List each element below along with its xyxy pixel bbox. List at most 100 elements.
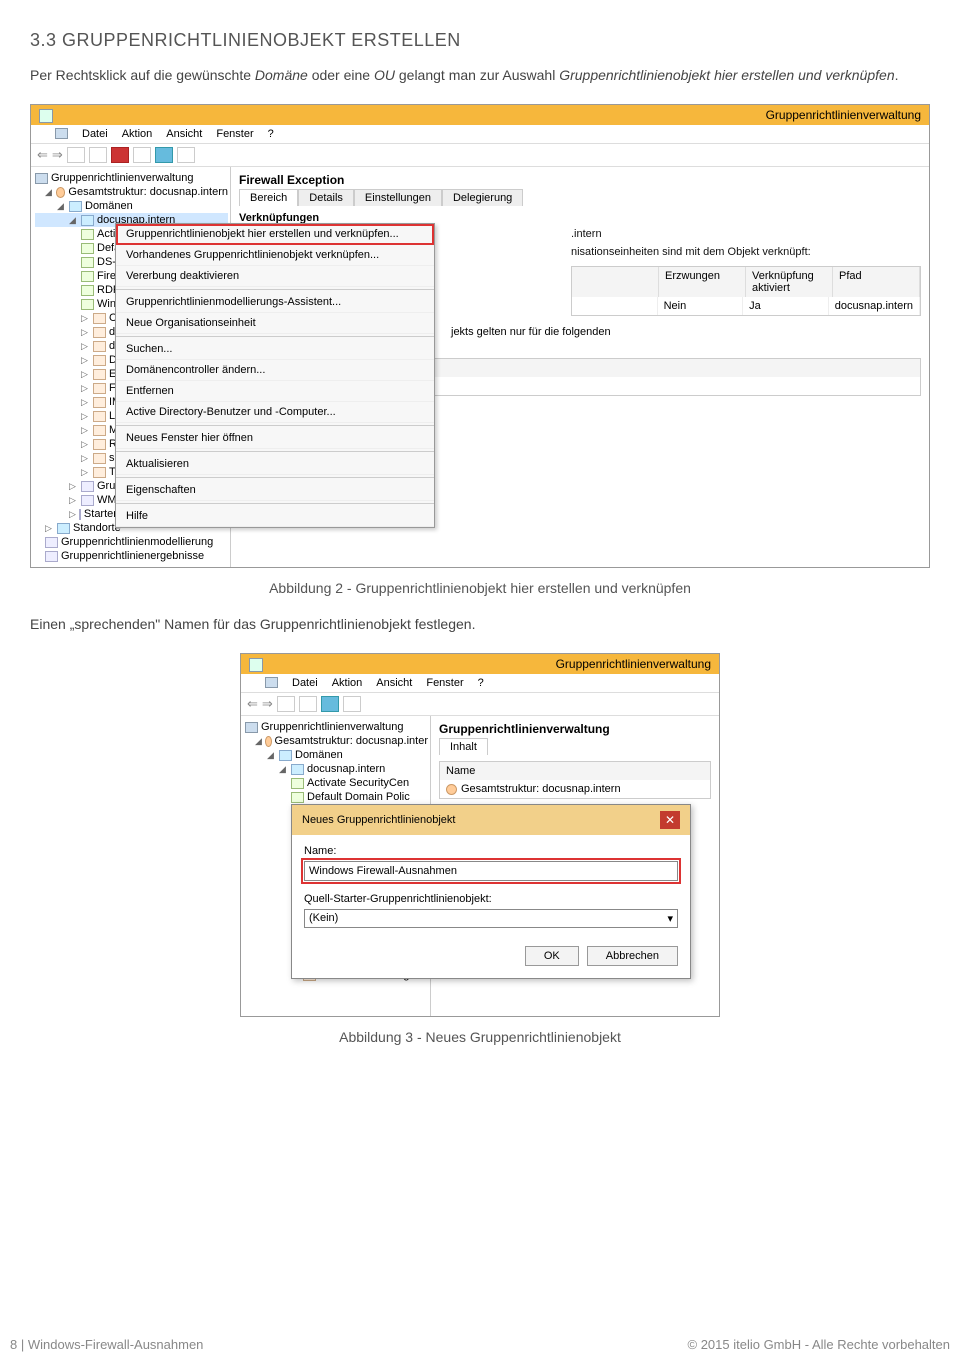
new-gpo-dialog: Neues Gruppenrichtlinienobjekt ✕ Name: Q… [291, 804, 691, 979]
toolbar-button[interactable] [343, 696, 361, 712]
expand-icon[interactable]: ▷ [81, 439, 90, 450]
tab-details[interactable]: Details [298, 189, 354, 206]
ctx-remove[interactable]: Entfernen [116, 381, 434, 402]
back-icon[interactable]: ⇐ [37, 147, 48, 163]
col-link-enabled[interactable]: Verknüpfung aktiviert [746, 267, 833, 297]
tree-forest[interactable]: ◢Gesamtstruktur: docusnap.inter [245, 734, 428, 748]
ctx-new-ou[interactable]: Neue Organisationseinheit [116, 313, 434, 334]
tree-root[interactable]: Gruppenrichtlinienverwaltung [35, 171, 228, 185]
tree-domains[interactable]: ◢Domänen [245, 748, 428, 762]
forward-icon[interactable]: ⇒ [52, 147, 63, 163]
ok-button[interactable]: OK [525, 946, 579, 966]
ctx-refresh[interactable]: Aktualisieren [116, 454, 434, 475]
tree-gp-results[interactable]: Gruppenrichtlinienergebnisse [35, 549, 228, 563]
ctx-properties[interactable]: Eigenschaften [116, 480, 434, 501]
refresh-icon[interactable] [299, 696, 317, 712]
cell: Ja [743, 297, 829, 315]
collapse-icon[interactable]: ◢ [69, 215, 78, 226]
tree-domains[interactable]: ◢Domänen [35, 199, 228, 213]
select-value: (Kein) [309, 912, 338, 925]
ctx-new-window[interactable]: Neues Fenster hier öffnen [116, 428, 434, 449]
expand-icon[interactable]: ▷ [81, 369, 90, 380]
collapse-icon[interactable]: ◢ [57, 201, 66, 212]
tab-content[interactable]: Inhalt [439, 738, 488, 755]
expand-icon[interactable]: ▷ [81, 313, 90, 324]
expand-icon[interactable]: ▷ [45, 523, 54, 534]
toolbar-button[interactable] [277, 696, 295, 712]
tree-forest[interactable]: ◢Gesamtstruktur: docusnap.intern [35, 185, 228, 199]
toolbar-button[interactable] [89, 147, 107, 163]
menu-item[interactable]: Fenster [216, 128, 253, 140]
grid-row[interactable]: Nein Ja docusnap.intern [572, 297, 920, 315]
help-icon[interactable] [321, 696, 339, 712]
expand-icon[interactable]: ▷ [81, 383, 90, 394]
source-starter-select[interactable]: (Kein) ▾ [304, 909, 678, 928]
delete-icon[interactable] [111, 147, 129, 163]
tree-gpo-link[interactable]: Default Domain Polic [245, 790, 428, 804]
ctx-ad-users[interactable]: Active Directory-Benutzer und -Computer.… [116, 402, 434, 423]
col-path[interactable]: Pfad [833, 267, 920, 297]
expand-icon[interactable]: ▷ [81, 397, 90, 408]
separator [116, 503, 434, 504]
refresh-icon[interactable] [133, 147, 151, 163]
help-icon[interactable] [155, 147, 173, 163]
menu-item[interactable]: Aktion [332, 677, 363, 689]
collapse-icon[interactable]: ◢ [45, 187, 53, 198]
menu-item[interactable]: Aktion [122, 128, 153, 140]
gpo-name-input[interactable] [304, 861, 678, 881]
toolbar-button[interactable] [177, 147, 195, 163]
menu-item[interactable]: ? [268, 128, 274, 140]
collapse-icon[interactable]: ◢ [279, 764, 288, 775]
tree-root[interactable]: Gruppenrichtlinienverwaltung [245, 720, 428, 734]
close-icon[interactable]: ✕ [660, 811, 680, 829]
back-icon[interactable]: ⇐ [247, 696, 258, 712]
expand-icon[interactable]: ▷ [81, 355, 90, 366]
expand-icon[interactable]: ▷ [69, 509, 76, 520]
ou-icon [93, 439, 106, 450]
tree-gpo-link[interactable]: Activate SecurityCen [245, 776, 428, 790]
expand-icon[interactable]: ▷ [69, 481, 78, 492]
ctx-help[interactable]: Hilfe [116, 506, 434, 527]
ctx-create-gpo-here[interactable]: Gruppenrichtlinienobjekt hier erstellen … [116, 224, 434, 245]
expand-icon[interactable]: ▷ [81, 411, 90, 422]
col-enforced[interactable]: Erzwungen [659, 267, 746, 297]
cancel-button[interactable]: Abbrechen [587, 946, 678, 966]
expand-icon[interactable]: ▷ [69, 495, 78, 506]
expand-icon[interactable]: ▷ [81, 327, 90, 338]
dialog-title: Neues Gruppenrichtlinienobjekt [302, 814, 455, 826]
console-icon [35, 173, 48, 184]
italic-action: Gruppenrichtlinienobjekt hier erstellen … [559, 67, 894, 83]
tab-settings[interactable]: Einstellungen [354, 189, 442, 206]
list-row[interactable]: Gesamtstruktur: docusnap.intern [440, 780, 710, 798]
menu-item[interactable]: Ansicht [376, 677, 412, 689]
footer-left: 8 | Windows-Firewall-Ausnahmen [10, 1337, 203, 1352]
menu-item[interactable]: Datei [82, 128, 108, 140]
tree-domain[interactable]: ◢docusnap.intern [245, 762, 428, 776]
ctx-change-dc[interactable]: Domänencontroller ändern... [116, 360, 434, 381]
toolbar-button[interactable] [67, 147, 85, 163]
ou-icon [93, 383, 106, 394]
col-name[interactable]: Name [440, 762, 710, 780]
ctx-search[interactable]: Suchen... [116, 339, 434, 360]
menu-item[interactable]: Fenster [426, 677, 463, 689]
ctx-link-existing-gpo[interactable]: Vorhandenes Gruppenrichtlinienobjekt ver… [116, 245, 434, 266]
expand-icon[interactable]: ▷ [81, 453, 90, 464]
collapse-icon[interactable]: ◢ [267, 750, 276, 761]
cell: docusnap.intern [829, 297, 920, 315]
expand-icon[interactable]: ▷ [81, 425, 90, 436]
expand-icon[interactable]: ▷ [81, 467, 90, 478]
menu-item[interactable]: ? [478, 677, 484, 689]
ctx-block-inheritance[interactable]: Vererbung deaktivieren [116, 266, 434, 287]
tree-gp-modeling[interactable]: Gruppenrichtlinienmodellierung [35, 535, 228, 549]
menubar: Datei Aktion Ansicht Fenster ? [31, 125, 929, 144]
menu-item[interactable]: Datei [292, 677, 318, 689]
tab-delegation[interactable]: Delegierung [442, 189, 523, 206]
ctx-modeling-wizard[interactable]: Gruppenrichtlinienmodellierungs-Assisten… [116, 292, 434, 313]
collapse-icon[interactable]: ◢ [255, 736, 262, 747]
gpo-icon [81, 243, 94, 254]
expand-icon[interactable]: ▷ [81, 341, 90, 352]
tab-scope[interactable]: Bereich [239, 189, 298, 206]
forward-icon[interactable]: ⇒ [262, 696, 273, 712]
nav-tree: Gruppenrichtlinienverwaltung ◢Gesamtstru… [31, 167, 231, 567]
menu-item[interactable]: Ansicht [166, 128, 202, 140]
